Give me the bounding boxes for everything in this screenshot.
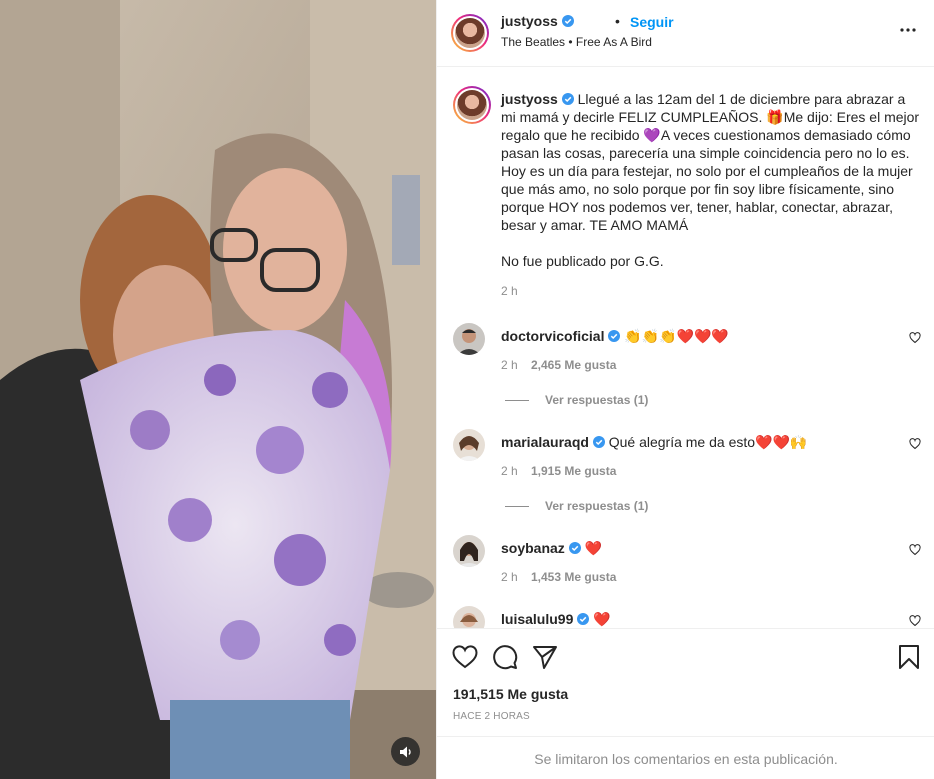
like-comment-heart-icon[interactable] [909, 615, 921, 627]
comment-item: luisalulu99 ❤️ [437, 606, 934, 628]
view-replies-button[interactable]: Ver respuestas (1) [505, 499, 648, 513]
commenter-username[interactable]: doctorvicoficial [501, 328, 604, 344]
caption-author-avatar[interactable] [453, 86, 491, 124]
comment-likes[interactable]: 1,915 Me gusta [531, 464, 616, 478]
comments-scroll-area[interactable]: justyoss Llegué a las 12am del 1 de dici… [437, 68, 934, 628]
verified-badge-icon [561, 15, 574, 27]
like-comment-heart-icon[interactable] [909, 438, 921, 450]
audio-toggle-button[interactable] [391, 737, 420, 766]
caption-username[interactable]: justyoss [501, 91, 558, 107]
commenter-username[interactable]: luisalulu99 [501, 611, 573, 627]
comment-icon[interactable] [491, 643, 519, 671]
audio-track-link[interactable]: The Beatles • Free As A Bird [501, 35, 652, 49]
commenter-avatar[interactable] [453, 323, 485, 355]
author-avatar[interactable] [451, 14, 489, 52]
instagram-post-modal: justyoss • Seguir The Beatles • Free As … [0, 0, 934, 779]
comment-text: doctorvicoficial 👏👏👏❤️❤️❤️ [501, 327, 729, 345]
post-details-panel: justyoss • Seguir The Beatles • Free As … [436, 0, 934, 779]
follow-button[interactable]: Seguir [630, 14, 674, 30]
like-comment-heart-icon[interactable] [909, 544, 921, 556]
comment-likes[interactable]: 2,465 Me gusta [531, 358, 616, 372]
comment-body: Qué alegría me da esto❤️❤️🙌 [608, 434, 808, 450]
post-likes-count[interactable]: 191,515 Me gusta [453, 686, 568, 702]
comment-body: ❤️ [593, 611, 611, 627]
video-frame [0, 0, 436, 779]
commenter-username[interactable]: marialauraqd [501, 434, 589, 450]
comment-body: ❤️ [584, 540, 603, 556]
comment-time[interactable]: 2 h [501, 358, 518, 372]
comment-text: soybanaz ❤️ [501, 539, 602, 557]
post-caption: justyoss Llegué a las 12am del 1 de dici… [501, 90, 921, 270]
comment-body: 👏👏👏❤️❤️❤️ [624, 328, 729, 344]
comment-text: luisalulu99 ❤️ [501, 610, 611, 628]
commenter-username[interactable]: soybanaz [501, 540, 565, 556]
post-timestamp[interactable]: HACE 2 HORAS [453, 711, 530, 722]
comment-item: marialauraqd Qué alegría me da esto❤️❤️🙌… [437, 429, 934, 535]
verified-badge-icon [577, 613, 590, 625]
comment-time[interactable]: 2 h [501, 570, 518, 584]
more-options-icon[interactable] [898, 20, 918, 40]
speaker-icon [399, 746, 411, 757]
post-header: justyoss • Seguir The Beatles • Free As … [437, 0, 934, 67]
bookmark-icon[interactable] [895, 643, 923, 671]
verified-badge-icon [561, 93, 574, 105]
caption-time[interactable]: 2 h [501, 284, 518, 298]
author-username[interactable]: justyoss [501, 13, 574, 29]
view-replies-button[interactable]: Ver respuestas (1) [505, 393, 648, 407]
comment-item: doctorvicoficial 👏👏👏❤️❤️❤️ 2 h 2,465 Me … [437, 323, 934, 429]
verified-badge-icon [608, 330, 621, 342]
comment-time[interactable]: 2 h [501, 464, 518, 478]
caption-text: Llegué a las 12am del 1 de diciembre par… [501, 91, 920, 233]
comments-limited-notice: Se limitaron los comentarios en esta pub… [437, 736, 934, 777]
heart-icon[interactable] [451, 643, 479, 671]
like-comment-heart-icon[interactable] [909, 332, 921, 344]
post-video[interactable] [0, 0, 436, 779]
comment-likes[interactable]: 1,453 Me gusta [531, 570, 616, 584]
commenter-avatar[interactable] [453, 429, 485, 461]
comment-text: marialauraqd Qué alegría me da esto❤️❤️🙌 [501, 433, 807, 451]
separator-dot: • [615, 13, 620, 29]
post-actions-section: 191,515 Me gusta HACE 2 HORAS Se limitar… [437, 628, 934, 776]
verified-badge-icon [592, 436, 605, 448]
commenter-avatar[interactable] [453, 535, 485, 567]
caption-note: No fue publicado por G.G. [501, 253, 664, 269]
share-icon[interactable] [531, 643, 559, 671]
verified-badge-icon [568, 542, 581, 554]
commenter-avatar[interactable] [453, 606, 485, 628]
